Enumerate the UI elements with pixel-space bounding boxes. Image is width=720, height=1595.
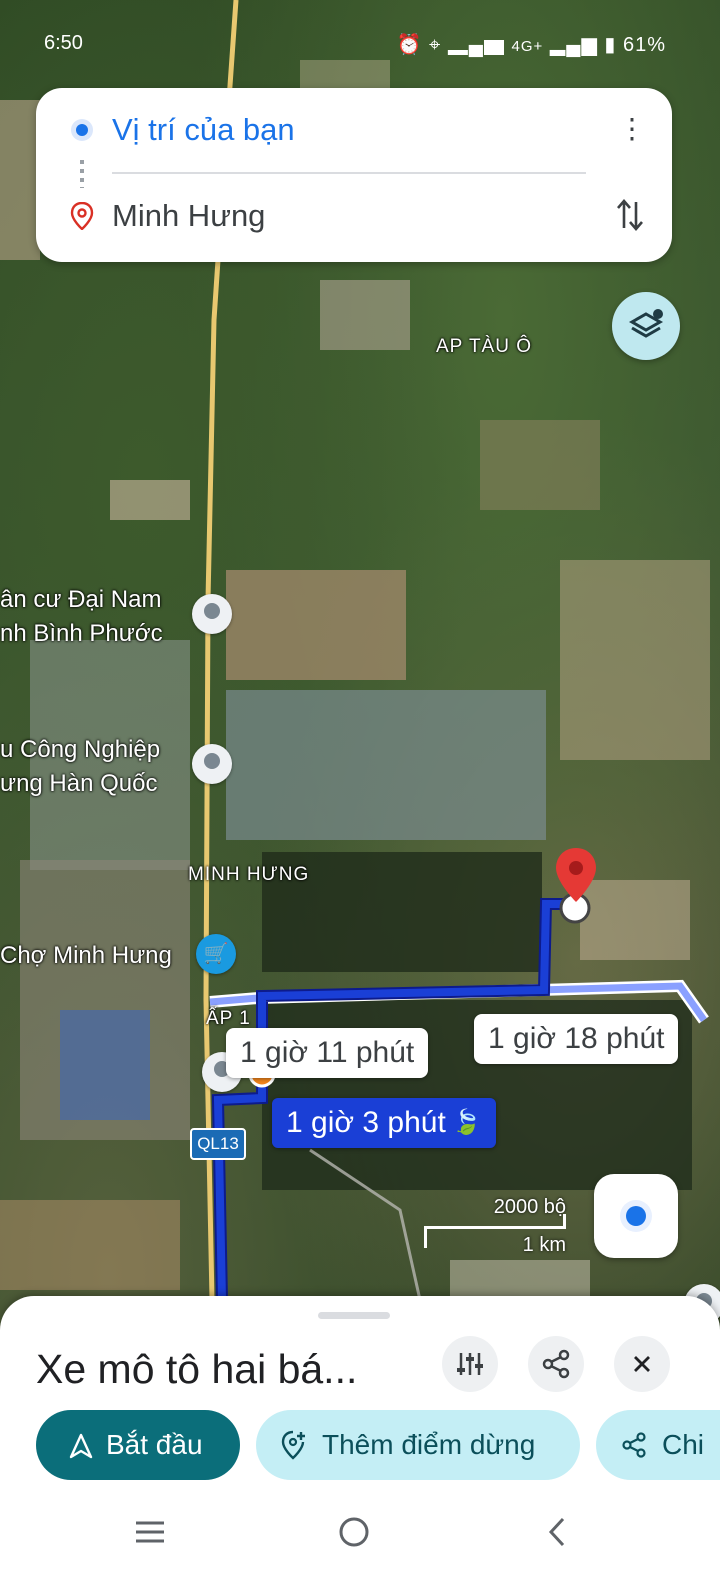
signal-icon: ▂▄▆ xyxy=(447,34,505,56)
poi-kcn[interactable] xyxy=(192,744,232,784)
map-label-ap1: ẤP 1 xyxy=(206,1008,251,1029)
status-bar: 6:50 ⏰ ⌖ ▂▄▆ 4G+ ▂▄▆ ▮ 61% xyxy=(0,28,720,60)
share-icon xyxy=(622,1432,646,1458)
eco-leaf-icon: 🍃 xyxy=(451,1109,482,1136)
my-location-button[interactable] xyxy=(594,1174,678,1258)
share-button[interactable] xyxy=(528,1336,584,1392)
destination-pin-icon xyxy=(70,202,94,230)
layers-icon xyxy=(628,309,664,338)
divider xyxy=(112,172,586,174)
route-time-primary[interactable]: 1 giờ 3 phút 🍃 xyxy=(272,1098,496,1148)
route-time-alt-1[interactable]: 1 giờ 11 phút xyxy=(226,1028,429,1078)
scale-bar xyxy=(424,1226,566,1229)
map-label-ap-tau-o: AP TÀU Ô xyxy=(436,336,532,357)
travel-mode-title: Xe mô tô hai bá... xyxy=(36,1346,358,1392)
route-time-alt-2[interactable]: 1 giờ 18 phút xyxy=(474,1014,679,1064)
add-location-icon xyxy=(281,1430,305,1460)
status-time: 6:50 xyxy=(44,32,83,54)
destination-field[interactable]: Minh Hưng xyxy=(112,198,265,234)
destination-pin-icon[interactable] xyxy=(552,846,600,906)
more-options-icon[interactable]: ⋮ xyxy=(618,112,646,148)
scale-tick xyxy=(563,1214,566,1229)
start-button[interactable]: Bắt đầu xyxy=(36,1410,240,1480)
drag-handle[interactable] xyxy=(318,1312,390,1319)
alarm-icon: ⏰ xyxy=(396,34,423,56)
signal-icon-2: ▂▄▆ xyxy=(549,34,598,56)
close-icon xyxy=(634,1356,650,1372)
battery-icon: ▮ xyxy=(604,34,617,56)
map-label-kcn: u Công Nghiệp xyxy=(0,736,161,763)
map-scale: 2000 bộ 1 km xyxy=(424,1196,574,1258)
location-icon: ⌖ xyxy=(428,34,442,56)
origin-dot-icon xyxy=(71,119,93,141)
origin-field[interactable]: Vị trí của bạn xyxy=(112,112,295,148)
home-icon[interactable] xyxy=(330,1508,378,1556)
tune-icon xyxy=(457,1353,483,1375)
network-type: 4G+ xyxy=(511,38,544,55)
poi-cho-minh-hung[interactable]: 🛒 xyxy=(196,934,236,974)
map-label-dai-nam: ân cư Đại Nam xyxy=(0,586,162,613)
swap-icon[interactable] xyxy=(614,196,646,234)
scale-imperial: 2000 bộ xyxy=(493,1196,566,1218)
side-road xyxy=(309,1148,422,1301)
layers-button[interactable] xyxy=(612,292,680,360)
start-button-label: Bắt đầu xyxy=(106,1429,203,1460)
share-icon xyxy=(542,1349,570,1379)
navigation-arrow-icon xyxy=(69,1433,93,1459)
back-icon[interactable] xyxy=(534,1508,582,1556)
share-directions-button[interactable]: Chi xyxy=(596,1410,720,1480)
map-label-dai-nam-2: nh Bình Phước xyxy=(0,620,163,647)
scale-tick xyxy=(424,1226,427,1248)
status-icons: ⏰ ⌖ ▂▄▆ 4G+ ▂▄▆ ▮ 61% xyxy=(397,32,666,57)
map-label-minh-hung: MINH HƯNG xyxy=(188,864,310,885)
scale-metric: 1 km xyxy=(522,1234,566,1256)
battery-level: 61% xyxy=(622,34,666,56)
close-button[interactable] xyxy=(614,1336,670,1392)
add-stop-label: Thêm điểm dừng xyxy=(322,1429,536,1460)
road-shield-ql13: QL13 xyxy=(190,1128,246,1160)
poi-dai-nam[interactable] xyxy=(192,594,232,634)
route-time-primary-label: 1 giờ 3 phút xyxy=(286,1106,446,1139)
share-directions-label: Chi xyxy=(662,1429,705,1460)
map-label-kcn-2: ưng Hàn Quốc xyxy=(0,770,158,797)
recents-icon[interactable] xyxy=(126,1508,174,1556)
map-label-cho-minh-hung: Chợ Minh Hưng xyxy=(0,942,172,969)
route-dots-icon xyxy=(80,160,84,188)
add-stop-button[interactable]: Thêm điểm dừng xyxy=(256,1410,580,1480)
route-options-button[interactable] xyxy=(442,1336,498,1392)
directions-card: Vị trí của bạn Minh Hưng ⋮ xyxy=(36,88,672,262)
